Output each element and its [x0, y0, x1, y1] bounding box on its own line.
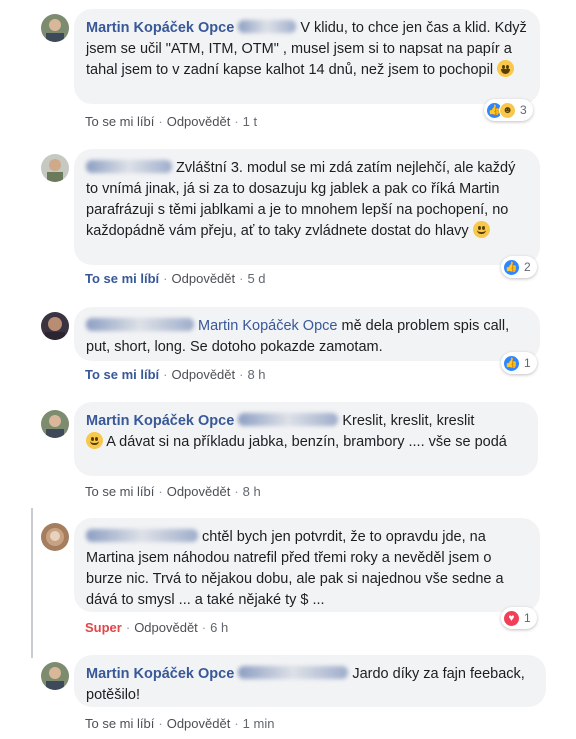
avatar[interactable] — [41, 410, 69, 438]
comment-bubble: Martin Kopáček Opce Kreslit, kreslit, kr… — [74, 402, 538, 476]
avatar[interactable] — [41, 154, 69, 182]
comment-bubble: Martin Kopáček Opce mě dela problem spis… — [74, 307, 540, 361]
comment-author[interactable]: Martin Kopáček Opce — [86, 20, 234, 36]
reaction-count: 2 — [524, 260, 531, 274]
comment-actions: To se mi líbí · Odpovědět · 8 h — [85, 484, 261, 499]
comment-actions: To se mi líbí · Odpovědět · 1 t — [85, 114, 258, 129]
smiling-emoji-icon — [472, 221, 490, 238]
reply-link[interactable]: Odpovědět — [172, 271, 236, 286]
like-link[interactable]: To se mi líbí — [85, 367, 159, 382]
haha-reaction-icon: ☻ — [499, 101, 516, 119]
mention-link[interactable]: Martin Kopáček Opce — [198, 318, 337, 334]
reactions-summary[interactable]: 👍 1 — [501, 352, 537, 374]
like-reaction-icon: 👍 — [503, 258, 520, 276]
comment-actions: Super · Odpovědět · 6 h — [85, 620, 229, 635]
timestamp[interactable]: 8 h — [247, 367, 265, 382]
super-reaction-link[interactable]: Super — [85, 620, 122, 635]
reply-link[interactable]: Odpovědět — [172, 367, 236, 382]
redacted-name — [238, 666, 349, 679]
reactions-summary[interactable]: 👍 2 — [501, 256, 537, 278]
comment-author[interactable]: Martin Kopáček Opce — [86, 413, 234, 429]
like-link[interactable]: To se mi líbí — [85, 271, 159, 286]
like-reaction-icon: 👍 — [503, 354, 520, 372]
timestamp[interactable]: 8 h — [243, 484, 261, 499]
reaction-count: 1 — [524, 611, 531, 625]
timestamp[interactable]: 1 t — [243, 114, 257, 129]
like-link[interactable]: To se mi líbí — [85, 716, 154, 731]
like-link[interactable]: To se mi líbí — [85, 484, 154, 499]
avatar[interactable] — [41, 662, 69, 690]
grinning-emoji-icon — [497, 60, 515, 77]
reply-link[interactable]: Odpovědět — [167, 716, 231, 731]
comment-actions: To se mi líbí · Odpovědět · 8 h — [85, 367, 266, 382]
comment-actions: To se mi líbí · Odpovědět · 1 min — [85, 716, 275, 731]
reply-link[interactable]: Odpovědět — [134, 620, 198, 635]
redacted-name — [238, 413, 339, 426]
comment-bubble: Martin Kopáček Opce Jardo díky za fajn f… — [74, 655, 546, 707]
comment-actions: To se mi líbí · Odpovědět · 5 d — [85, 271, 266, 286]
timestamp[interactable]: 1 min — [243, 716, 275, 731]
redacted-name — [86, 160, 172, 173]
redacted-name — [238, 20, 297, 33]
reaction-count: 1 — [524, 356, 531, 370]
avatar[interactable] — [41, 312, 69, 340]
comment-bubble: Zvláštní 3. modul se mi zdá zatím nejleh… — [74, 149, 540, 265]
reactions-summary[interactable]: 👍 ☻ 3 — [484, 99, 533, 121]
timestamp[interactable]: 6 h — [210, 620, 228, 635]
reply-thread-line — [31, 508, 33, 658]
reaction-count: 3 — [520, 103, 527, 117]
comment-text: Kreslit, kreslit, kreslit — [342, 413, 475, 429]
heart-reaction-icon: ♥ — [503, 609, 520, 627]
comment-text: A dávat si na příkladu jabka, benzín, br… — [106, 434, 507, 450]
avatar[interactable] — [41, 14, 69, 42]
redacted-name — [86, 318, 194, 331]
like-link[interactable]: To se mi líbí — [85, 114, 154, 129]
redacted-name — [86, 529, 198, 542]
comment-bubble: chtěl bych jen potvrdit, že to opravdu j… — [74, 518, 540, 612]
reply-link[interactable]: Odpovědět — [167, 114, 231, 129]
reply-link[interactable]: Odpovědět — [167, 484, 231, 499]
comment-author[interactable]: Martin Kopáček Opce — [86, 666, 234, 682]
smiling-emoji-icon — [86, 432, 103, 449]
timestamp[interactable]: 5 d — [247, 271, 265, 286]
comment-bubble: Martin Kopáček Opce V klidu, to chce jen… — [74, 9, 540, 104]
reactions-summary[interactable]: ♥ 1 — [501, 607, 537, 629]
avatar[interactable] — [41, 523, 69, 551]
